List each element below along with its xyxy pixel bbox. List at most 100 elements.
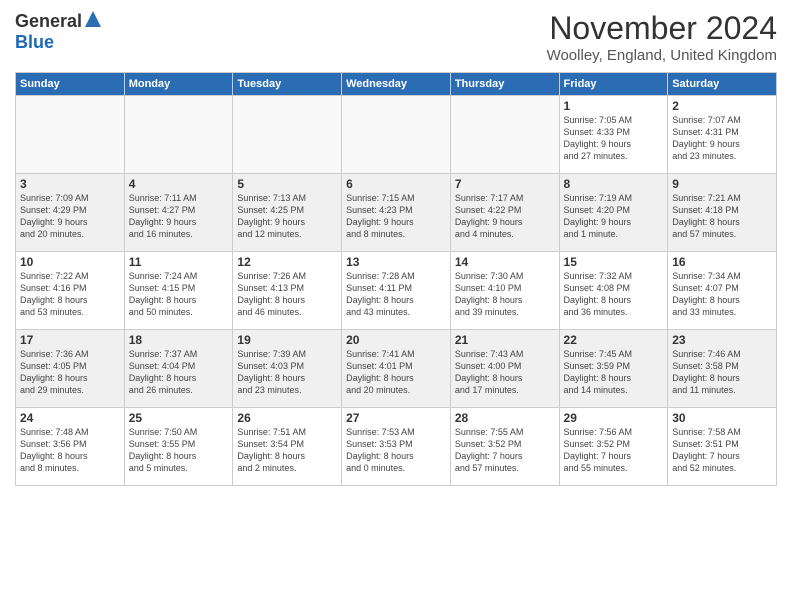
day-info: Sunrise: 7:30 AM Sunset: 4:10 PM Dayligh… (455, 270, 555, 319)
calendar-table: Sunday Monday Tuesday Wednesday Thursday… (15, 72, 777, 486)
header-tuesday: Tuesday (233, 73, 342, 96)
table-row: 13Sunrise: 7:28 AM Sunset: 4:11 PM Dayli… (342, 252, 451, 330)
day-info: Sunrise: 7:48 AM Sunset: 3:56 PM Dayligh… (20, 426, 120, 475)
day-info: Sunrise: 7:07 AM Sunset: 4:31 PM Dayligh… (672, 114, 772, 163)
page-header: General Blue November 2024 Woolley, Engl… (15, 10, 777, 64)
day-info: Sunrise: 7:11 AM Sunset: 4:27 PM Dayligh… (129, 192, 229, 241)
day-info: Sunrise: 7:22 AM Sunset: 4:16 PM Dayligh… (20, 270, 120, 319)
calendar-week-row: 24Sunrise: 7:48 AM Sunset: 3:56 PM Dayli… (16, 408, 777, 486)
table-row: 26Sunrise: 7:51 AM Sunset: 3:54 PM Dayli… (233, 408, 342, 486)
day-info: Sunrise: 7:55 AM Sunset: 3:52 PM Dayligh… (455, 426, 555, 475)
day-number: 24 (20, 411, 120, 425)
calendar-header-row: Sunday Monday Tuesday Wednesday Thursday… (16, 73, 777, 96)
day-info: Sunrise: 7:46 AM Sunset: 3:58 PM Dayligh… (672, 348, 772, 397)
table-row: 14Sunrise: 7:30 AM Sunset: 4:10 PM Dayli… (450, 252, 559, 330)
day-number: 30 (672, 411, 772, 425)
day-info: Sunrise: 7:17 AM Sunset: 4:22 PM Dayligh… (455, 192, 555, 241)
logo: General Blue (15, 10, 102, 53)
day-number: 10 (20, 255, 120, 269)
header-thursday: Thursday (450, 73, 559, 96)
day-info: Sunrise: 7:05 AM Sunset: 4:33 PM Dayligh… (564, 114, 664, 163)
day-info: Sunrise: 7:21 AM Sunset: 4:18 PM Dayligh… (672, 192, 772, 241)
table-row: 29Sunrise: 7:56 AM Sunset: 3:52 PM Dayli… (559, 408, 668, 486)
table-row: 3Sunrise: 7:09 AM Sunset: 4:29 PM Daylig… (16, 174, 125, 252)
table-row: 10Sunrise: 7:22 AM Sunset: 4:16 PM Dayli… (16, 252, 125, 330)
calendar-week-row: 17Sunrise: 7:36 AM Sunset: 4:05 PM Dayli… (16, 330, 777, 408)
month-title: November 2024 (547, 10, 777, 47)
day-number: 11 (129, 255, 229, 269)
table-row: 12Sunrise: 7:26 AM Sunset: 4:13 PM Dayli… (233, 252, 342, 330)
day-info: Sunrise: 7:56 AM Sunset: 3:52 PM Dayligh… (564, 426, 664, 475)
table-row (233, 96, 342, 174)
table-row: 25Sunrise: 7:50 AM Sunset: 3:55 PM Dayli… (124, 408, 233, 486)
day-info: Sunrise: 7:24 AM Sunset: 4:15 PM Dayligh… (129, 270, 229, 319)
day-number: 22 (564, 333, 664, 347)
table-row: 18Sunrise: 7:37 AM Sunset: 4:04 PM Dayli… (124, 330, 233, 408)
header-sunday: Sunday (16, 73, 125, 96)
day-info: Sunrise: 7:09 AM Sunset: 4:29 PM Dayligh… (20, 192, 120, 241)
calendar-week-row: 10Sunrise: 7:22 AM Sunset: 4:16 PM Dayli… (16, 252, 777, 330)
day-number: 1 (564, 99, 664, 113)
day-info: Sunrise: 7:50 AM Sunset: 3:55 PM Dayligh… (129, 426, 229, 475)
day-number: 28 (455, 411, 555, 425)
day-number: 29 (564, 411, 664, 425)
header-wednesday: Wednesday (342, 73, 451, 96)
day-number: 8 (564, 177, 664, 191)
day-number: 25 (129, 411, 229, 425)
day-number: 5 (237, 177, 337, 191)
title-block: November 2024 Woolley, England, United K… (547, 10, 777, 64)
table-row: 6Sunrise: 7:15 AM Sunset: 4:23 PM Daylig… (342, 174, 451, 252)
calendar-body: 1Sunrise: 7:05 AM Sunset: 4:33 PM Daylig… (16, 96, 777, 486)
logo-blue-text: Blue (15, 33, 54, 53)
day-number: 26 (237, 411, 337, 425)
calendar-week-row: 3Sunrise: 7:09 AM Sunset: 4:29 PM Daylig… (16, 174, 777, 252)
day-info: Sunrise: 7:13 AM Sunset: 4:25 PM Dayligh… (237, 192, 337, 241)
day-info: Sunrise: 7:58 AM Sunset: 3:51 PM Dayligh… (672, 426, 772, 475)
day-number: 13 (346, 255, 446, 269)
day-number: 18 (129, 333, 229, 347)
logo-general-text: General (15, 12, 82, 32)
day-number: 17 (20, 333, 120, 347)
table-row: 24Sunrise: 7:48 AM Sunset: 3:56 PM Dayli… (16, 408, 125, 486)
table-row: 1Sunrise: 7:05 AM Sunset: 4:33 PM Daylig… (559, 96, 668, 174)
table-row: 28Sunrise: 7:55 AM Sunset: 3:52 PM Dayli… (450, 408, 559, 486)
day-number: 4 (129, 177, 229, 191)
table-row: 22Sunrise: 7:45 AM Sunset: 3:59 PM Dayli… (559, 330, 668, 408)
logo-icon (84, 10, 102, 28)
day-info: Sunrise: 7:39 AM Sunset: 4:03 PM Dayligh… (237, 348, 337, 397)
table-row: 23Sunrise: 7:46 AM Sunset: 3:58 PM Dayli… (668, 330, 777, 408)
table-row (342, 96, 451, 174)
day-number: 14 (455, 255, 555, 269)
day-number: 3 (20, 177, 120, 191)
day-number: 27 (346, 411, 446, 425)
header-monday: Monday (124, 73, 233, 96)
day-number: 9 (672, 177, 772, 191)
day-number: 23 (672, 333, 772, 347)
day-info: Sunrise: 7:37 AM Sunset: 4:04 PM Dayligh… (129, 348, 229, 397)
table-row: 15Sunrise: 7:32 AM Sunset: 4:08 PM Dayli… (559, 252, 668, 330)
table-row: 4Sunrise: 7:11 AM Sunset: 4:27 PM Daylig… (124, 174, 233, 252)
table-row: 19Sunrise: 7:39 AM Sunset: 4:03 PM Dayli… (233, 330, 342, 408)
day-number: 20 (346, 333, 446, 347)
day-info: Sunrise: 7:53 AM Sunset: 3:53 PM Dayligh… (346, 426, 446, 475)
table-row: 20Sunrise: 7:41 AM Sunset: 4:01 PM Dayli… (342, 330, 451, 408)
table-row (450, 96, 559, 174)
day-info: Sunrise: 7:51 AM Sunset: 3:54 PM Dayligh… (237, 426, 337, 475)
day-info: Sunrise: 7:32 AM Sunset: 4:08 PM Dayligh… (564, 270, 664, 319)
day-info: Sunrise: 7:26 AM Sunset: 4:13 PM Dayligh… (237, 270, 337, 319)
table-row: 9Sunrise: 7:21 AM Sunset: 4:18 PM Daylig… (668, 174, 777, 252)
day-number: 6 (346, 177, 446, 191)
table-row: 30Sunrise: 7:58 AM Sunset: 3:51 PM Dayli… (668, 408, 777, 486)
table-row: 7Sunrise: 7:17 AM Sunset: 4:22 PM Daylig… (450, 174, 559, 252)
table-row: 21Sunrise: 7:43 AM Sunset: 4:00 PM Dayli… (450, 330, 559, 408)
table-row: 16Sunrise: 7:34 AM Sunset: 4:07 PM Dayli… (668, 252, 777, 330)
day-info: Sunrise: 7:15 AM Sunset: 4:23 PM Dayligh… (346, 192, 446, 241)
day-number: 2 (672, 99, 772, 113)
table-row (124, 96, 233, 174)
day-info: Sunrise: 7:36 AM Sunset: 4:05 PM Dayligh… (20, 348, 120, 397)
location-subtitle: Woolley, England, United Kingdom (547, 47, 777, 64)
day-info: Sunrise: 7:41 AM Sunset: 4:01 PM Dayligh… (346, 348, 446, 397)
day-info: Sunrise: 7:45 AM Sunset: 3:59 PM Dayligh… (564, 348, 664, 397)
day-number: 16 (672, 255, 772, 269)
day-number: 7 (455, 177, 555, 191)
